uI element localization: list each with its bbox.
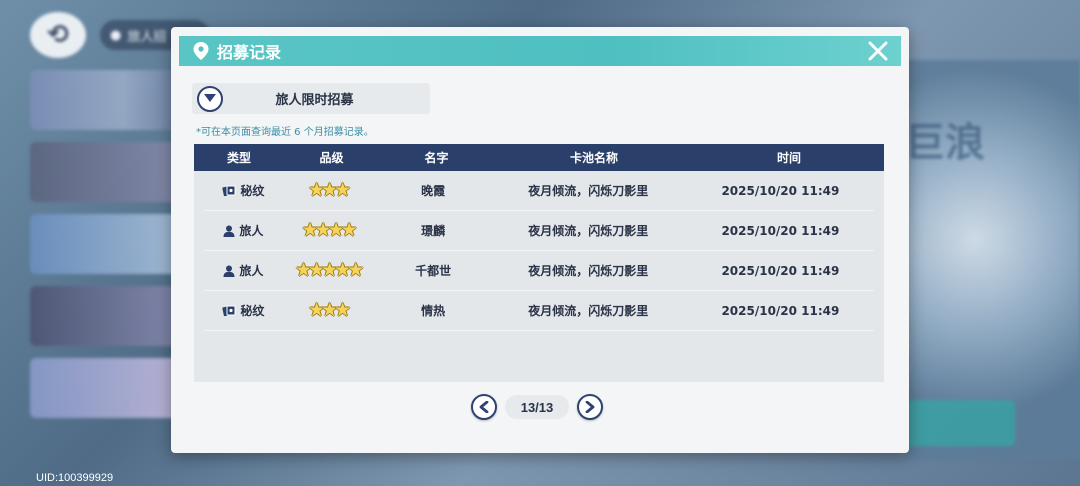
- banner-card: [30, 214, 185, 274]
- type-cell: 秘纹: [204, 182, 283, 199]
- table-row: 秘纹 ★ ★ ★ 情热 夜月倾流，闪烁刀影里 2025/10/20 11:49: [204, 291, 874, 331]
- rune-card-icon: [222, 185, 236, 196]
- dialog-title: 招募记录: [217, 43, 282, 62]
- hint-text: *可在本页面查询最近 6 个月招募记录。: [196, 127, 374, 138]
- table-row: 秘纹 ★ ★ ★ 晚霞 夜月倾流，闪烁刀影里 2025/10/20 11:49: [204, 171, 874, 211]
- grade-cell: ★ ★ ★: [283, 301, 377, 320]
- back-button[interactable]: ⟲: [30, 12, 86, 58]
- next-page-button[interactable]: [577, 394, 603, 420]
- chevron-left-icon: [479, 401, 489, 413]
- star-icon: ★: [334, 179, 352, 201]
- dropdown-toggle[interactable]: [197, 85, 223, 112]
- rarity-stars: ★ ★ ★: [308, 299, 352, 321]
- uid-label: UID:100399929: [36, 472, 114, 484]
- star-icon: ★: [334, 299, 352, 321]
- pool-cell: 夜月倾流，闪烁刀影里: [528, 304, 649, 318]
- dialog-header: 招募记录: [179, 36, 901, 66]
- rarity-stars: ★ ★ ★: [308, 179, 352, 201]
- name-cell: 璟麟: [421, 224, 446, 238]
- grade-cell: ★ ★ ★ ★ ★: [283, 261, 377, 280]
- grade-cell: ★ ★ ★ ★: [283, 221, 377, 240]
- type-cell: 旅人: [204, 262, 283, 279]
- header-name: 名字: [424, 151, 449, 165]
- type-cell: 旅人: [204, 222, 283, 239]
- banner-card: [30, 286, 185, 346]
- pool-cell: 夜月倾流，闪烁刀影里: [528, 184, 649, 198]
- table-row: 旅人 ★ ★ ★ ★ 璟麟 夜月倾流，闪烁刀影里 2025/10/20 11:49: [204, 211, 874, 251]
- recruit-record-dialog: 招募记录 旅人限时招募 *可在本页面查询最近 6 个月招募记录。 类型 品级 名…: [171, 27, 909, 453]
- pool-dropdown-label: 旅人限时招募: [275, 93, 354, 108]
- header-time: 时间: [776, 151, 801, 165]
- time-cell: 2025/10/20 11:49: [721, 223, 840, 238]
- banner-list: [30, 70, 185, 470]
- name-cell: 情热: [421, 304, 446, 318]
- banner-card: [30, 142, 185, 202]
- type-label: 秘纹: [240, 184, 265, 198]
- rarity-stars: ★ ★ ★ ★: [302, 219, 358, 241]
- record-table: 类型 品级 名字 卡池名称 时间 秘纹 ★ ★ ★ 晚霞 夜月倾流，闪烁刀影里 2025/1…: [194, 144, 884, 382]
- type-label: 秘纹: [240, 304, 265, 318]
- header-grade: 品级: [319, 151, 344, 165]
- location-pin-icon: [193, 42, 209, 60]
- name-cell: 千都世: [415, 264, 452, 278]
- chevron-down-icon: [204, 94, 216, 102]
- type-label: 旅人: [239, 264, 264, 278]
- location-pin-icon: ●: [110, 27, 122, 43]
- header-pool: 卡池名称: [569, 151, 618, 165]
- person-icon: [223, 225, 235, 237]
- table-row: 旅人 ★ ★ ★ ★ ★ 千都世 夜月倾流，闪烁刀影里 2025/10/20 11:49: [204, 251, 874, 291]
- banner-card: [30, 70, 185, 130]
- banner-title-art: 巨浪: [905, 120, 985, 166]
- grade-cell: ★ ★ ★: [283, 181, 377, 200]
- time-cell: 2025/10/20 11:49: [721, 183, 840, 198]
- close-icon: [868, 41, 888, 61]
- type-cell: 秘纹: [204, 302, 283, 319]
- table-body: 秘纹 ★ ★ ★ 晚霞 夜月倾流，闪烁刀影里 2025/10/20 11:49 旅人 ★ ★ ★ ★ 璟…: [194, 171, 884, 331]
- person-icon: [223, 265, 235, 277]
- banner-card: [30, 358, 185, 418]
- table-header: 类型 品级 名字 卡池名称 时间: [194, 144, 884, 171]
- recruit-button: [905, 400, 1015, 446]
- type-label: 旅人: [239, 224, 264, 238]
- prev-page-button[interactable]: [471, 394, 497, 420]
- page-indicator: 13/13: [505, 395, 569, 419]
- chevron-right-icon: [585, 401, 595, 413]
- star-icon: ★: [340, 219, 358, 241]
- rarity-stars: ★ ★ ★ ★ ★: [295, 259, 365, 281]
- pool-cell: 夜月倾流，闪烁刀影里: [528, 264, 649, 278]
- close-button[interactable]: [865, 38, 891, 64]
- star-icon: ★: [347, 259, 365, 281]
- location-chip-label: 旅人招: [127, 29, 167, 45]
- header-type: 类型: [226, 151, 251, 165]
- rune-card-icon: [222, 305, 236, 316]
- name-cell: 晚霞: [421, 184, 446, 198]
- pool-cell: 夜月倾流，闪烁刀影里: [528, 224, 649, 238]
- time-cell: 2025/10/20 11:49: [721, 303, 840, 318]
- time-cell: 2025/10/20 11:49: [721, 263, 840, 278]
- pagination: 13/13: [471, 393, 603, 421]
- pool-dropdown[interactable]: 旅人限时招募: [192, 83, 430, 114]
